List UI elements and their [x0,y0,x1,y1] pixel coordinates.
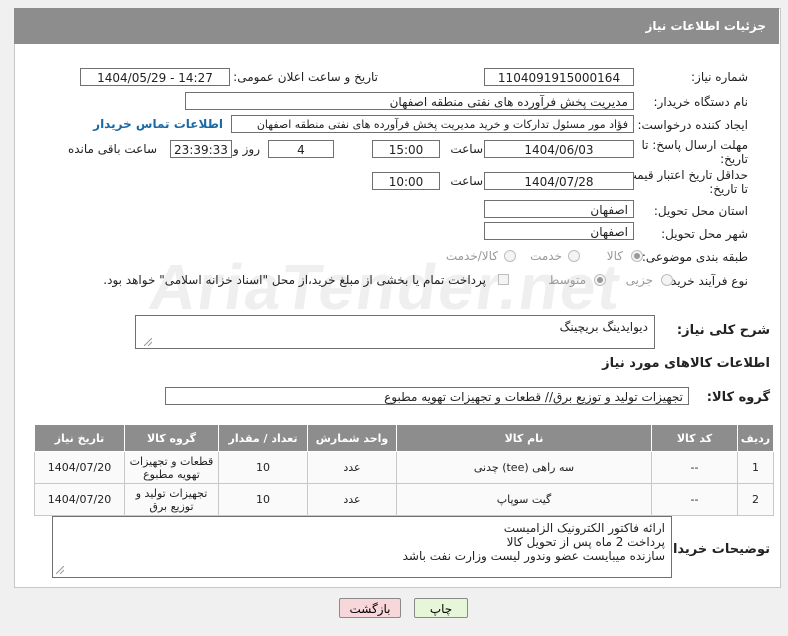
cell-unit: عدد [307,483,397,516]
buyer-notes-field: ارائه فاکتور الکترونیک الزامیست پرداخت 2… [52,516,672,578]
category-radio-service[interactable] [568,250,580,262]
category-goods-service-label: کالا/خدمت [445,249,498,263]
process-radio-medium[interactable] [594,274,606,286]
buyer-notes-label: توضیحات خریدار: [660,542,770,557]
contact-buyer-link[interactable]: اطلاعات تماس خریدار [93,117,223,131]
price-validity-label-2: تا تاریخ: [709,182,748,196]
description-label: شرح کلی نیاز: [676,323,770,338]
buyer-note-line: ارائه فاکتور الکترونیک الزامیست [503,521,665,535]
cell-qty: 10 [218,451,308,484]
col-name: نام کالا [396,424,652,452]
category-radio-goods-service[interactable] [504,250,516,262]
process-medium-label: متوسط [548,273,586,287]
buyer-note-line: پرداخت 2 ماه پس از تحویل کالا [506,535,665,549]
days-label: روز و [233,142,260,156]
treasury-checkbox[interactable] [498,274,509,285]
cell-qty: 10 [218,483,308,516]
need-number-label: شماره نیاز: [691,70,748,84]
description-text: دیوایدینگ بریچینگ [559,320,648,334]
cell-date: 1404/07/20 [34,483,125,516]
cell-code: -- [651,483,738,516]
cell-code: -- [651,451,738,484]
table-row: 2 -- گیت سوپاپ عدد 10 تجهیزات تولید و تو… [34,483,774,516]
days-field: 4 [268,140,334,158]
col-code: کد کالا [651,424,738,452]
print-button[interactable]: چاپ [414,598,468,618]
price-validity-time-label: ساعت [450,174,483,188]
remaining-label: ساعت باقی مانده [67,142,157,156]
process-label: نوع فرآیند خرید : [663,274,748,288]
col-group: گروه کالا [124,424,219,452]
process-minor-label: جزیی [625,273,653,287]
city-field: اصفهان [484,222,634,240]
buyer-org-label: نام دستگاه خریدار: [653,95,749,109]
resize-grip-icon[interactable] [144,338,152,346]
category-label: طبقه بندی موضوعی: [641,250,748,264]
need-number-field: 1104091915000164 [484,68,634,86]
panel-title: جزئیات اطلاعات نیاز [645,19,766,33]
cell-row: 2 [737,483,774,516]
buyer-org-field: مدیریت پخش فرآورده های نفتی منطقه اصفهان [185,92,634,110]
payment-note: پرداخت تمام یا بخشی از مبلغ خرید،از محل … [103,273,486,287]
province-field: اصفهان [484,200,634,218]
goods-group-label: گروه کالا: [706,390,770,405]
table-row: 1 -- سه راهی (tee) چدنی عدد 10 قطعات و ت… [34,451,774,484]
announce-label: تاریخ و ساعت اعلان عمومی: [233,70,378,84]
goods-group-field: تجهیزات تولید و توزیع برق// قطعات و تجهی… [165,387,689,405]
reply-deadline-label-2: تاریخ: [720,152,748,166]
resize-grip-icon[interactable] [56,566,64,574]
buyer-note-line: سازنده میبایست عضو وندور لیست وزارت نفت … [402,549,665,563]
process-radio-minor[interactable] [661,274,673,286]
back-button[interactable]: بازگشت [339,598,401,618]
table-header-row: ردیف کد کالا نام کالا واحد شمارش تعداد /… [34,424,774,452]
cell-row: 1 [737,451,774,484]
category-radio-goods[interactable] [631,250,643,262]
panel-header: جزئیات اطلاعات نیاز [14,8,779,44]
price-validity-date-field: 1404/07/28 [484,172,634,190]
reply-time-field: 15:00 [372,140,440,158]
description-field: دیوایدینگ بریچینگ [135,315,655,349]
announce-field: 1404/05/29 - 14:27 [80,68,230,86]
col-date: تاریخ نیاز [34,424,125,452]
cell-group: قطعات و تجهیزات تهویه مطبوع [124,451,219,484]
creator-label: ایجاد کننده درخواست: [637,118,748,132]
city-label: شهر محل تحویل: [661,227,748,241]
price-validity-time-field: 10:00 [372,172,440,190]
cell-name: سه راهی (tee) چدنی [396,451,652,484]
goods-section-title: اطلاعات کالاهای مورد نیاز [602,356,770,371]
reply-date-field: 1404/06/03 [484,140,634,158]
remaining-time-field: 23:39:33 [170,140,232,158]
category-service-label: خدمت [530,249,562,263]
cell-group: تجهیزات تولید و توزیع برق [124,483,219,516]
col-unit: واحد شمارش [307,424,397,452]
price-validity-label: حداقل تاریخ اعتبار قیمت: [621,168,748,182]
province-label: استان محل تحویل: [653,204,748,218]
col-row: ردیف [737,424,774,452]
reply-deadline-label: مهلت ارسال پاسخ: تا [641,138,748,152]
cell-date: 1404/07/20 [34,451,125,484]
reply-time-label: ساعت [450,142,483,156]
creator-field: فؤاد مور مسئول تداركات و خريد مديريت پخش… [231,115,634,133]
goods-table: ردیف کد کالا نام کالا واحد شمارش تعداد /… [34,424,774,516]
cell-name: گیت سوپاپ [396,483,652,516]
category-goods-label: کالا [606,249,623,263]
cell-unit: عدد [307,451,397,484]
col-qty: تعداد / مقدار [218,424,308,452]
